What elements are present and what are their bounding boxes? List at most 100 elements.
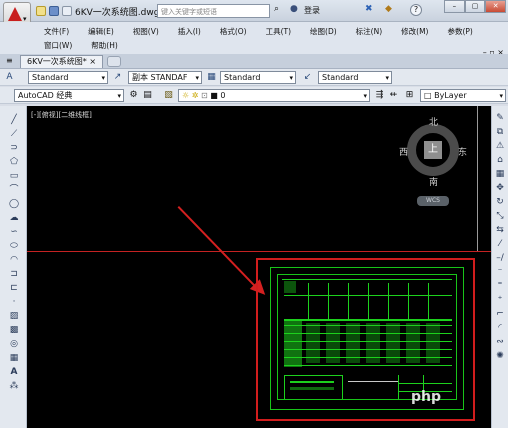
menu-tools[interactable]: 工具(T) [266, 26, 291, 37]
hatch-tool-icon[interactable]: ▨ [8, 310, 20, 322]
line-tool-icon[interactable]: ╱ [8, 114, 20, 126]
erase-tool-icon[interactable]: ✎ [494, 112, 506, 124]
menu-dimension[interactable]: 标注(N) [356, 26, 382, 37]
close-icon[interactable]: × [89, 57, 96, 66]
menu-format[interactable]: 格式(O) [220, 26, 247, 37]
table-tool-icon[interactable]: ▦ [8, 352, 20, 364]
menu-file[interactable]: 文件(F) [44, 26, 69, 37]
workspace-select[interactable]: AutoCAD 经典 [14, 89, 124, 102]
gear-icon[interactable]: ⚙ [128, 90, 139, 101]
blend-curves-icon[interactable]: ∾ [494, 336, 506, 348]
document-title: 6KV一次系统图.dwg [75, 8, 160, 18]
array-tool-icon[interactable]: ▦ [494, 168, 506, 180]
arc-tool-icon[interactable]: ⌒ [8, 184, 20, 196]
color-select[interactable]: □ ByLayer [420, 89, 506, 102]
break-at-point-icon[interactable]: ⁻ [494, 266, 506, 278]
multileader-style-select[interactable]: Standard [318, 71, 392, 84]
cart-icon[interactable]: ◆ [385, 4, 392, 14]
insert-block-icon[interactable]: ⊐ [8, 268, 20, 280]
save-icon[interactable] [49, 6, 59, 16]
close-button[interactable]: ✕ [485, 0, 507, 13]
table-style-icon[interactable]: ▦ [206, 72, 217, 83]
chamfer-tool-icon[interactable]: ⌐ [494, 308, 506, 320]
compass-north[interactable]: 北 [429, 115, 438, 128]
compass-east[interactable]: 东 [458, 145, 467, 158]
dim-style-select[interactable]: 副本 STANDAF [128, 71, 202, 84]
maximize-button[interactable]: ▢ [464, 0, 486, 13]
explode-tool-icon[interactable]: ✺ [494, 350, 506, 362]
search-input[interactable]: 键入关键字或短语 [157, 4, 270, 18]
construction-line-icon[interactable]: ⟋ [8, 128, 20, 140]
ucs-menu-button[interactable]: WCS [417, 196, 449, 206]
make-block-icon[interactable]: ⊏ [8, 282, 20, 294]
table-style-select[interactable]: Standard [220, 71, 296, 84]
tab-current-drawing[interactable]: 6KV一次系统图* × [20, 55, 104, 68]
break-tool-icon[interactable]: ⁼ [494, 280, 506, 292]
menu-edit[interactable]: 编辑(E) [88, 26, 114, 37]
layer-previous-icon[interactable]: ⇷ [388, 90, 399, 101]
rectangle-tool-icon[interactable]: ▭ [8, 170, 20, 182]
minimize-button[interactable]: – [444, 0, 465, 13]
menu-draw[interactable]: 绘图(D) [310, 26, 337, 37]
exchange-icon[interactable]: ✖ [365, 4, 373, 14]
php-watermark: php [411, 389, 442, 405]
text-style-icon[interactable]: A [4, 72, 15, 83]
make-current-icon[interactable]: ⇶ [374, 90, 385, 101]
menu-help[interactable]: 帮助(H) [91, 40, 118, 51]
layer-select[interactable]: ☼ ✲ ⊡ ■ 0 [178, 89, 370, 102]
autocad-logo-icon [8, 7, 22, 21]
trim-tool-icon[interactable]: ⁄ [494, 238, 506, 250]
multileader-style-icon[interactable]: ↙ [302, 72, 313, 83]
join-tool-icon[interactable]: ⁺ [494, 294, 506, 306]
mirror-tool-icon[interactable]: ⚠ [494, 140, 506, 152]
region-tool-icon[interactable]: ◎ [8, 338, 20, 350]
move-tool-icon[interactable]: ✥ [494, 182, 506, 194]
menu-window[interactable]: 窗口(W) [44, 40, 72, 51]
layer-states-icon[interactable]: ⊞ [404, 90, 415, 101]
drawing-canvas[interactable]: [-][俯视][二维线框] 上 北 南 东 西 WCS php [27, 106, 491, 428]
open-icon[interactable] [36, 6, 46, 16]
rotate-tool-icon[interactable]: ↻ [494, 196, 506, 208]
point-tool-icon[interactable]: · [8, 296, 20, 308]
menu-modify[interactable]: 修改(M) [401, 26, 428, 37]
search-icon[interactable]: ⌕ [274, 4, 279, 14]
scale-tool-icon[interactable]: ⤡ [494, 210, 506, 222]
ellipse-arc-icon[interactable]: ◠ [8, 254, 20, 266]
menu-view[interactable]: 视图(V) [133, 26, 159, 37]
revision-cloud-icon[interactable]: ☁ [8, 212, 20, 224]
multiline-text-icon[interactable]: A [8, 366, 20, 378]
dim-style-icon[interactable]: ↗ [112, 72, 123, 83]
add-selected-icon[interactable]: ⁂ [8, 380, 20, 392]
fillet-tool-icon[interactable]: ◜ [494, 322, 506, 334]
viewport-controls-label[interactable]: [-][俯视][二维线框] [31, 110, 92, 120]
undo-icon[interactable] [62, 6, 72, 16]
help-button[interactable]: ? [410, 4, 422, 16]
extend-tool-icon[interactable]: –/ [494, 252, 506, 264]
viewcube-top-face[interactable]: 上 [424, 141, 442, 159]
offset-tool-icon[interactable]: ⌂ [494, 154, 506, 166]
layer-properties-icon[interactable]: ▧ [163, 90, 174, 101]
tab-menu-icon[interactable]: ≡ [6, 56, 13, 65]
text-style-select[interactable]: Standard [28, 71, 108, 84]
menu-bar: 文件(F) 编辑(E) 视图(V) 插入(I) 格式(O) 工具(T) 绘图(D… [0, 22, 508, 57]
new-tab-button[interactable] [107, 56, 121, 67]
menu-parameter[interactable]: 参数(P) [447, 26, 472, 37]
menu-insert[interactable]: 插入(I) [178, 26, 201, 37]
stretch-tool-icon[interactable]: ⇆ [494, 224, 506, 236]
compass-west[interactable]: 西 [399, 145, 408, 158]
gradient-tool-icon[interactable]: ▩ [8, 324, 20, 336]
user-icon[interactable]: ● [290, 4, 298, 14]
compass-south[interactable]: 南 [429, 175, 438, 188]
ellipse-tool-icon[interactable]: ⬭ [8, 240, 20, 252]
polyline-tool-icon[interactable]: ⊃ [8, 142, 20, 154]
viewcube[interactable]: 上 北 南 东 西 WCS [399, 115, 467, 206]
styles-toolbar: A Standard ↗ 副本 STANDAF ▦ Standard ↙ Sta… [0, 69, 508, 86]
spline-tool-icon[interactable]: ∽ [8, 226, 20, 238]
color-swatch-icon: ■ [210, 91, 218, 100]
workspace-icon[interactable]: ▤ [142, 90, 153, 101]
copy-tool-icon[interactable]: ⧉ [494, 126, 506, 138]
crosshair-horizontal [27, 251, 491, 252]
polygon-tool-icon[interactable]: ⬠ [8, 156, 20, 168]
circle-tool-icon[interactable]: ◯ [8, 198, 20, 210]
login-link[interactable]: 登录 [304, 5, 320, 16]
